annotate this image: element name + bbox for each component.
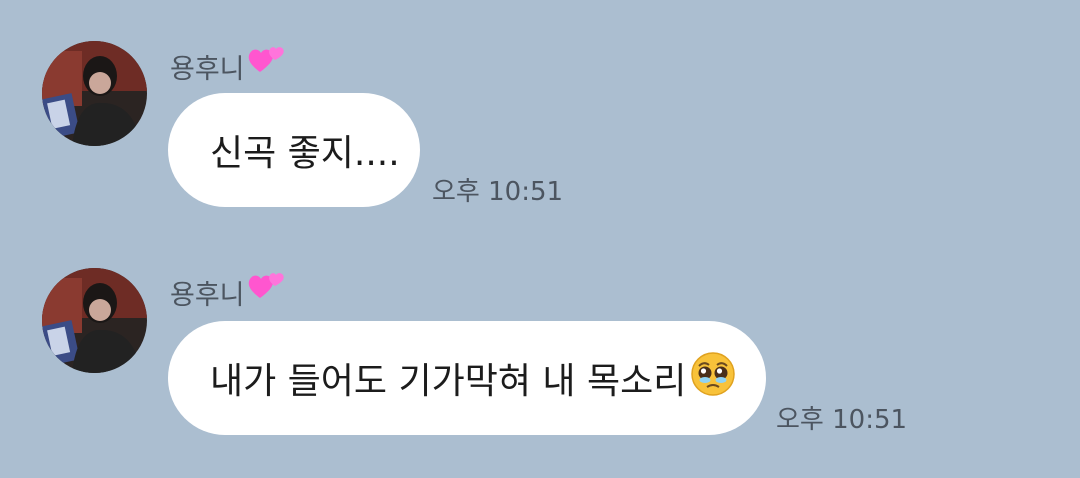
message-text: 신곡 좋지.... <box>210 133 400 174</box>
avatar-photo <box>42 268 147 373</box>
sender-name-text: 용후니 <box>170 280 245 311</box>
two-hearts-icon <box>247 42 287 85</box>
sender-name: 용후니 <box>170 47 287 86</box>
avatar[interactable] <box>42 268 147 373</box>
message-group: 용후니 신곡 좋지.... 오후 10:51 <box>0 0 1080 239</box>
avatar[interactable] <box>42 41 147 146</box>
message-text: 내가 들어도 기가막혀 내 목소리 <box>210 361 687 402</box>
message-time: 오후 10:51 <box>776 405 908 435</box>
message-bubble[interactable]: 내가 들어도 기가막혀 내 목소리 <box>168 321 766 435</box>
avatar-photo <box>42 41 147 146</box>
pleading-face-icon <box>690 351 736 406</box>
message-time: 오후 10:51 <box>432 177 564 207</box>
sender-name-text: 용후니 <box>170 54 245 85</box>
sender-name: 용후니 <box>170 273 287 312</box>
two-hearts-icon <box>247 268 287 311</box>
message-bubble[interactable]: 신곡 좋지.... <box>168 93 420 207</box>
message-group: 용후니 내가 들어도 기가막혀 내 목소리 오후 10:51 <box>0 239 1080 478</box>
